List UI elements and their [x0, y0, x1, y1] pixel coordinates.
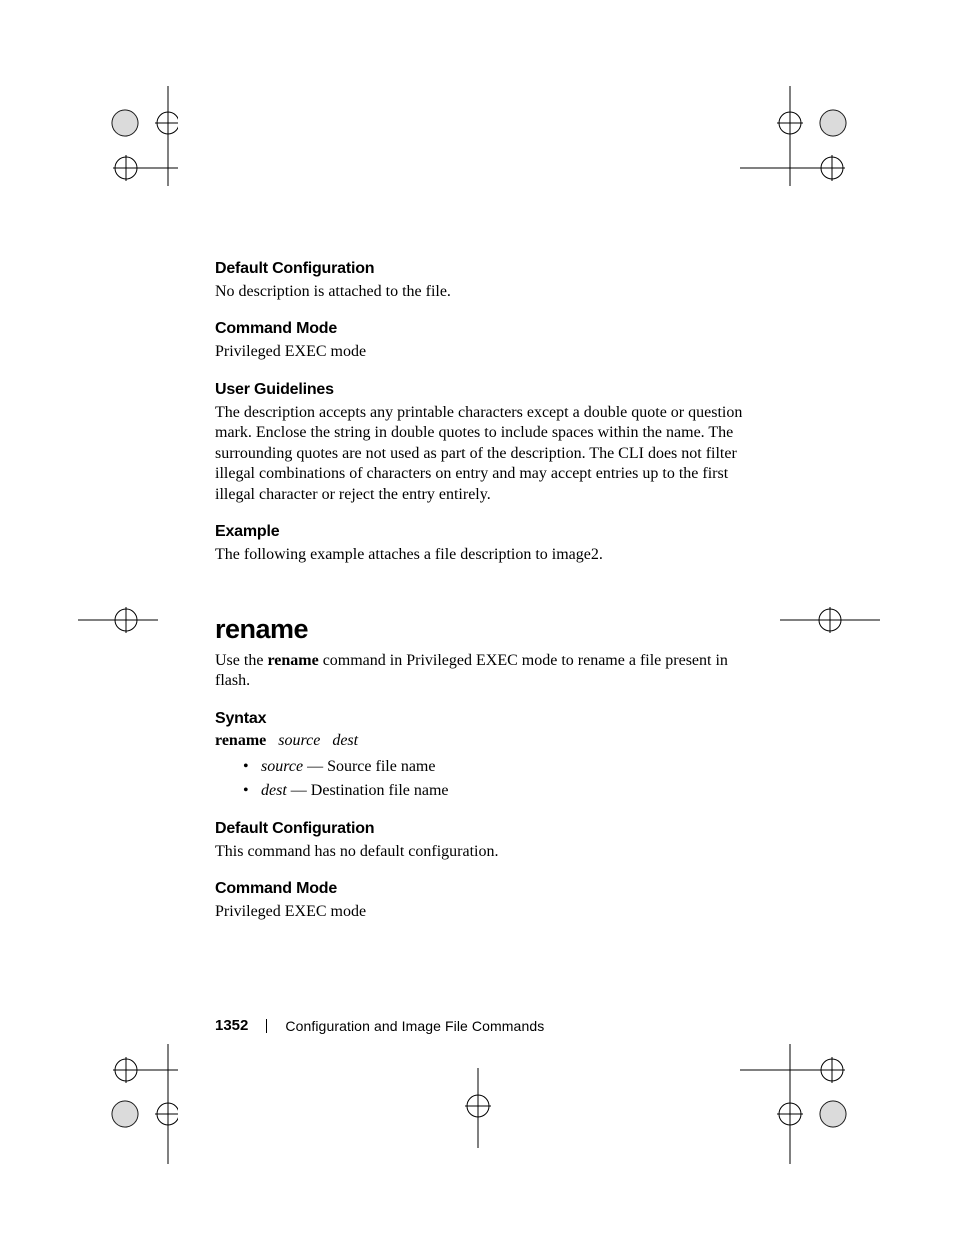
arg-desc-dest: — Destination file name: [287, 782, 449, 799]
page-number: 1352: [215, 1017, 248, 1034]
heading-default-configuration-2: Default Configuration: [215, 820, 745, 838]
arg-desc-source: — Source file name: [303, 758, 435, 775]
syntax-line: rename source dest: [215, 732, 745, 750]
crop-mark-mid-right: [780, 580, 880, 660]
list-item: dest — Destination file name: [243, 780, 745, 802]
page-footer: 1352 Configuration and Image File Comman…: [215, 1017, 544, 1034]
crop-mark-top-left: [78, 86, 178, 186]
text-command-mode-2: Privileged EXEC mode: [215, 902, 745, 922]
text-rename-intro: Use the rename command in Privileged EXE…: [215, 651, 745, 692]
syntax-arguments-list: source — Source file name dest — Destina…: [243, 756, 745, 802]
crop-mark-bottom-left: [78, 1044, 178, 1164]
arg-name-dest: dest: [261, 782, 287, 799]
chapter-title: Configuration and Image File Commands: [285, 1018, 544, 1034]
crop-mark-bottom-center: [438, 1068, 518, 1148]
syntax-arg-source: source: [278, 732, 320, 749]
text-command-mode: Privileged EXEC mode: [215, 342, 745, 362]
list-item: source — Source file name: [243, 756, 745, 778]
intro-pre: Use the: [215, 652, 267, 669]
crop-mark-bottom-right: [720, 1044, 880, 1164]
crop-mark-mid-left: [78, 580, 158, 660]
text-user-guidelines: The description accepts any printable ch…: [215, 403, 745, 505]
text-default-configuration: No description is attached to the file.: [215, 282, 745, 302]
heading-command-mode-2: Command Mode: [215, 880, 745, 898]
section-title-rename: rename: [215, 614, 745, 645]
page-body: Default Configuration No description is …: [215, 260, 745, 923]
heading-user-guidelines: User Guidelines: [215, 381, 745, 399]
syntax-cmd: rename: [215, 732, 266, 749]
heading-example: Example: [215, 523, 745, 541]
footer-divider: [266, 1019, 267, 1033]
heading-command-mode: Command Mode: [215, 320, 745, 338]
arg-name-source: source: [261, 758, 303, 775]
syntax-arg-dest: dest: [332, 732, 358, 749]
intro-cmd: rename: [267, 652, 318, 669]
text-example: The following example attaches a file de…: [215, 545, 745, 565]
text-default-configuration-2: This command has no default configuratio…: [215, 842, 745, 862]
heading-syntax: Syntax: [215, 710, 745, 728]
crop-mark-top-right: [720, 86, 880, 186]
heading-default-configuration: Default Configuration: [215, 260, 745, 278]
